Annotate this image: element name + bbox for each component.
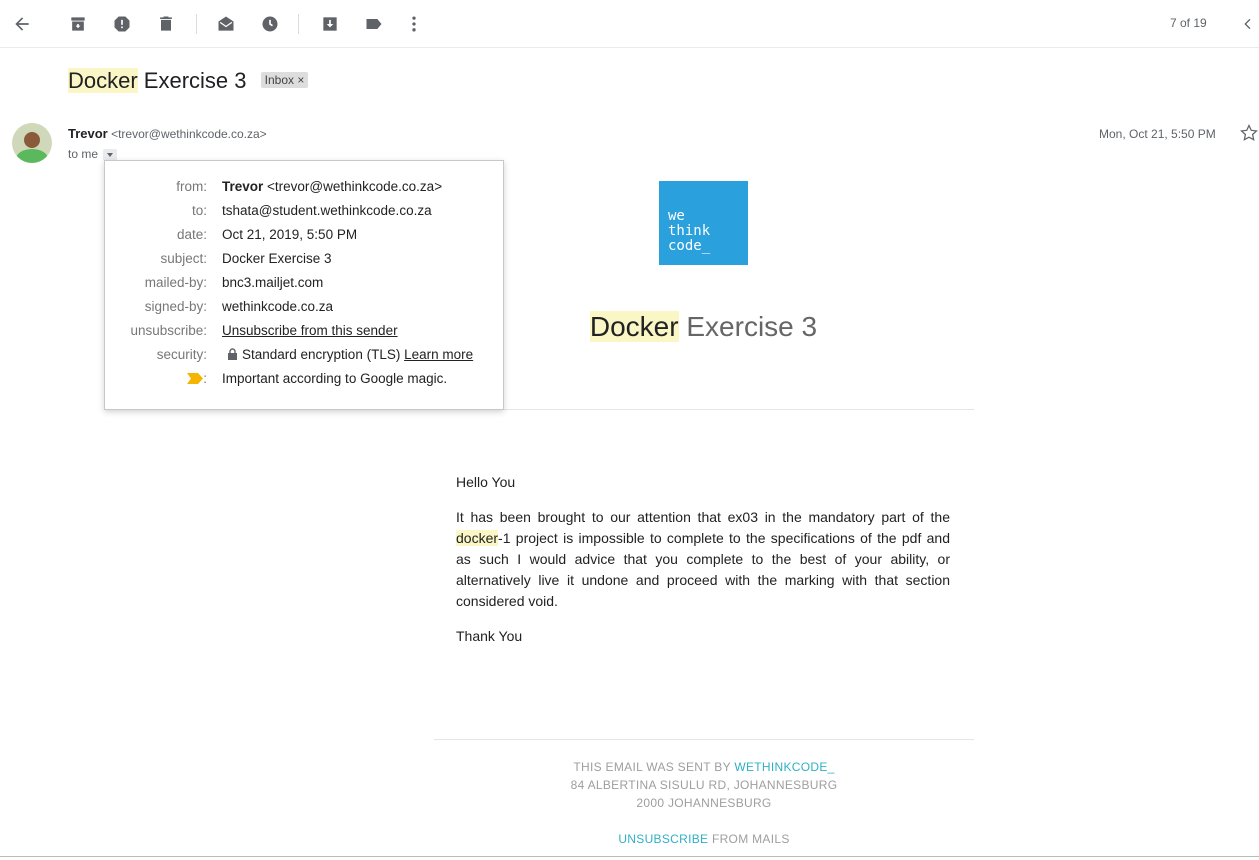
- detail-row-subject: subject: Docker Exercise 3: [105, 251, 503, 275]
- pager-count: 7 of 19: [1170, 16, 1207, 30]
- email-body: Hello You It has been brought to our att…: [456, 472, 950, 661]
- detail-value: Important according to Google magic.: [222, 371, 448, 386]
- security-text: Standard encryption (TLS): [242, 347, 405, 362]
- detail-label: from:: [176, 179, 207, 194]
- detail-row-security: security: Standard encryption (TLS) Lear…: [105, 347, 503, 371]
- toolbar-divider: [298, 14, 299, 34]
- archive-icon[interactable]: [66, 12, 90, 36]
- logo-line: we: [668, 208, 685, 224]
- important-marker-icon: [187, 372, 204, 387]
- detail-label: signed-by:: [144, 299, 207, 314]
- remove-label-icon[interactable]: ×: [297, 73, 304, 87]
- prev-chevron-icon[interactable]: [1238, 12, 1258, 36]
- detail-label: subject:: [160, 251, 207, 266]
- more-vert-icon[interactable]: [402, 12, 426, 36]
- snooze-icon[interactable]: [258, 12, 282, 36]
- detail-row-mailed-by: mailed-by: bnc3.mailjet.com: [105, 275, 503, 299]
- detail-row-to: to: tshata@student.wethinkcode.co.za: [105, 203, 503, 227]
- report-spam-icon[interactable]: [110, 12, 134, 36]
- detail-label: date:: [176, 227, 207, 242]
- sent-by-line: THIS EMAIL WAS SENT BY WETHINKCODE_: [434, 758, 974, 776]
- detail-row-important: : Important according to Google magic.: [105, 371, 503, 395]
- address-line: 2000 JOHANNESBURG: [636, 796, 772, 810]
- detail-value: Docker Exercise 3: [222, 251, 332, 266]
- sender-email: <trevor@wethinkcode.co.za>: [111, 127, 267, 141]
- sender[interactable]: Trevor <trevor@wethinkcode.co.za>: [68, 126, 267, 141]
- unsubscribe-sender-link[interactable]: Unsubscribe from this sender: [222, 323, 398, 338]
- detail-row-signed-by: signed-by: wethinkcode.co.za: [105, 299, 503, 323]
- detail-label: to:: [191, 203, 207, 218]
- detail-label: security:: [156, 347, 207, 362]
- detail-value: bnc3.mailjet.com: [222, 275, 324, 290]
- move-to-icon[interactable]: [318, 12, 342, 36]
- para-highlight: docker: [456, 530, 499, 546]
- inbox-label-chip[interactable]: Inbox ×: [260, 72, 309, 88]
- from-name: Trevor: [222, 179, 264, 194]
- window-bottom-edge: [0, 856, 1259, 857]
- address-line: 84 ALBERTINA SISULU RD, JOHANNESBURG: [570, 778, 838, 792]
- detail-value: tshata@student.wethinkcode.co.za: [222, 203, 432, 218]
- avatar[interactable]: [12, 123, 52, 163]
- greeting: Hello You: [456, 474, 516, 490]
- para-start: It has been brought to our attention tha…: [456, 509, 950, 525]
- title-highlight: Docker: [589, 311, 679, 342]
- unsubscribe-rest: FROM MAILS: [708, 832, 790, 846]
- message-details-popup: from: Trevor <trevor@wethinkcode.co.za> …: [104, 160, 504, 410]
- recipients-summary[interactable]: to me: [68, 147, 118, 161]
- detail-label: mailed-by:: [144, 275, 207, 290]
- from-email: <trevor@wethinkcode.co.za>: [263, 179, 443, 194]
- logo-line: think: [668, 223, 711, 239]
- delete-icon[interactable]: [154, 12, 178, 36]
- divider: [434, 739, 974, 740]
- learn-more-link[interactable]: Learn more: [404, 347, 473, 362]
- toolbar: 7 of 19: [0, 0, 1259, 48]
- detail-row-date: date: Oct 21, 2019, 5:50 PM: [105, 227, 503, 251]
- sent-by-text: THIS EMAIL WAS SENT BY: [573, 760, 735, 774]
- subject-highlight: Docker: [68, 68, 138, 93]
- title-rest: Exercise 3: [678, 311, 818, 342]
- mark-unread-icon[interactable]: [214, 12, 238, 36]
- label-icon[interactable]: [362, 12, 386, 36]
- sender-link[interactable]: WETHINKCODE_: [734, 760, 834, 774]
- email-footer: THIS EMAIL WAS SENT BY WETHINKCODE_ 84 A…: [434, 758, 974, 848]
- detail-value: Standard encryption (TLS) Learn more: [227, 347, 473, 363]
- detail-label: :: [187, 371, 207, 387]
- star-icon[interactable]: [1239, 123, 1259, 148]
- divider: [434, 409, 974, 410]
- lock-icon: [227, 348, 238, 363]
- unsubscribe-line: UNSUBSCRIBE FROM MAILS: [434, 830, 974, 848]
- unsubscribe-link[interactable]: UNSUBSCRIBE: [618, 832, 708, 846]
- detail-row-from: from: Trevor <trevor@wethinkcode.co.za>: [105, 179, 503, 203]
- subject-rest: Exercise 3: [137, 68, 247, 93]
- email-date: Mon, Oct 21, 5:50 PM: [1099, 127, 1216, 141]
- logo-line: code_: [668, 238, 711, 254]
- para-end: -1 project is impossible to complete to …: [456, 530, 950, 609]
- body-paragraph: It has been brought to our attention tha…: [456, 507, 950, 612]
- detail-label: unsubscribe:: [130, 323, 207, 338]
- back-arrow-icon[interactable]: [10, 12, 34, 36]
- to-me-text: to me: [68, 147, 99, 161]
- inbox-label-text: Inbox: [264, 73, 294, 87]
- detail-value: wethinkcode.co.za: [222, 299, 334, 314]
- toolbar-divider: [196, 14, 197, 34]
- sender-name: Trevor: [68, 126, 108, 141]
- detail-value: Oct 21, 2019, 5:50 PM: [222, 227, 358, 242]
- important-colon: :: [203, 371, 207, 386]
- detail-value: Trevor <trevor@wethinkcode.co.za>: [222, 179, 442, 194]
- detail-row-unsubscribe: unsubscribe: Unsubscribe from this sende…: [105, 323, 503, 347]
- detail-value: Unsubscribe from this sender: [222, 323, 398, 338]
- sign-off: Thank You: [456, 628, 523, 644]
- email-subject: Docker Exercise 3 Inbox ×: [68, 68, 309, 94]
- wethinkcode-logo: we think code_: [659, 181, 748, 265]
